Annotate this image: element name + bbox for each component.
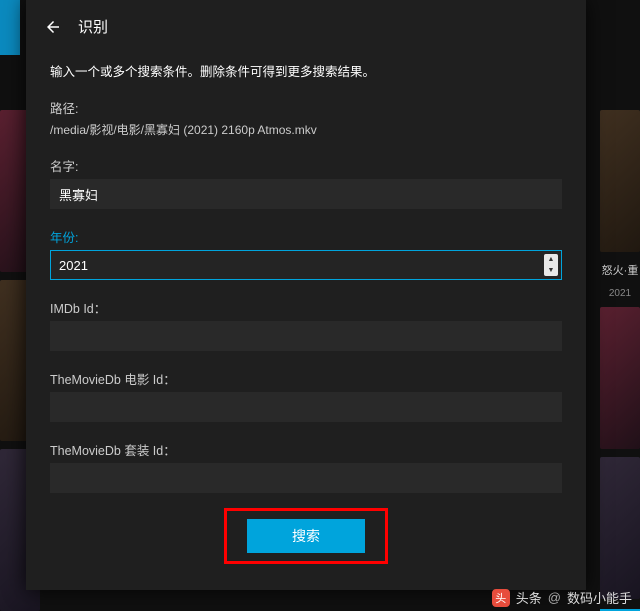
poster-title: 怒火·重 xyxy=(600,260,640,280)
poster-thumb[interactable] xyxy=(600,307,640,449)
search-button[interactable]: 搜索 xyxy=(247,519,365,553)
imdb-group: IMDb Id： xyxy=(50,298,562,351)
year-group: 年份: ▲▼ xyxy=(50,227,562,280)
watermark-icon: 头 xyxy=(492,589,510,607)
year-input[interactable] xyxy=(50,250,562,280)
tmdb-movie-label: TheMovieDb 电影 Id： xyxy=(50,369,562,388)
watermark-at: @ xyxy=(548,590,561,605)
tmdb-movie-group: TheMovieDb 电影 Id： xyxy=(50,369,562,422)
poster-thumb[interactable] xyxy=(600,457,640,599)
tmdb-collection-group: TheMovieDb 套装 Id： xyxy=(50,440,562,493)
top-accent-bar xyxy=(0,0,20,55)
watermark-prefix: 头条 xyxy=(516,588,542,607)
watermark-author: 数码小能手 xyxy=(567,588,632,607)
instruction-text: 输入一个或多个搜索条件。删除条件可得到更多搜索结果。 xyxy=(50,61,562,80)
name-input[interactable] xyxy=(50,179,562,209)
name-group: 名字: xyxy=(50,156,562,209)
tmdb-collection-label: TheMovieDb 套装 Id： xyxy=(50,440,562,459)
modal-footer: 搜索 xyxy=(26,508,586,590)
imdb-label: IMDb Id： xyxy=(50,298,562,317)
path-label: 路径: xyxy=(50,98,562,117)
highlight-annotation: 搜索 xyxy=(224,508,388,564)
back-arrow-icon[interactable] xyxy=(44,18,62,36)
path-group: 路径: /media/影视/电影/黑寡妇 (2021) 2160p Atmos.… xyxy=(50,98,562,138)
number-spinner[interactable]: ▲▼ xyxy=(544,254,558,276)
name-label: 名字: xyxy=(50,156,562,175)
year-label: 年份: xyxy=(50,227,562,246)
tmdb-collection-input[interactable] xyxy=(50,463,562,493)
tmdb-movie-input[interactable] xyxy=(50,392,562,422)
modal-title: 识别 xyxy=(78,16,108,37)
path-value: /media/影视/电影/黑寡妇 (2021) 2160p Atmos.mkv xyxy=(50,121,562,138)
identify-modal: 识别 输入一个或多个搜索条件。删除条件可得到更多搜索结果。 路径: /media… xyxy=(26,0,586,590)
poster-thumb[interactable] xyxy=(600,110,640,252)
imdb-input[interactable] xyxy=(50,321,562,351)
modal-body: 输入一个或多个搜索条件。删除条件可得到更多搜索结果。 路径: /media/影视… xyxy=(26,53,586,508)
modal-header: 识别 xyxy=(26,0,586,53)
poster-year: 2021 xyxy=(600,288,640,299)
watermark: 头 头条 @ 数码小能手 xyxy=(492,588,632,607)
